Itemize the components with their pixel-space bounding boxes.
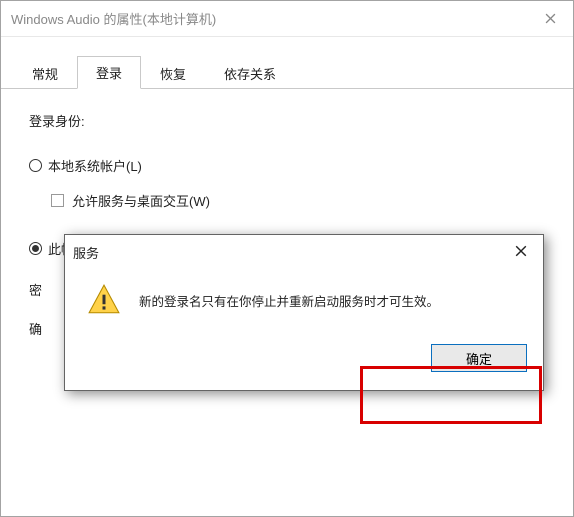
checkbox-interact-label: 允许服务与桌面交互(W) bbox=[72, 191, 210, 210]
warning-icon bbox=[87, 283, 121, 322]
tab-general[interactable]: 常规 bbox=[13, 57, 77, 89]
dialog-body: 新的登录名只有在你停止并重新启动服务时才可生效。 bbox=[65, 269, 543, 344]
dialog-actions: 确定 bbox=[65, 344, 543, 390]
close-icon[interactable] bbox=[507, 244, 535, 261]
checkbox-icon bbox=[51, 194, 64, 207]
radio-local-system-row[interactable]: 本地系统帐户(L) bbox=[29, 156, 545, 175]
radio-icon bbox=[29, 159, 42, 172]
radio-icon bbox=[29, 242, 42, 255]
radio-local-system-label: 本地系统帐户(L) bbox=[48, 156, 142, 175]
message-dialog: 服务 新的登录名只有在你停止并重新启动服务时才可生效。 确定 bbox=[64, 234, 544, 391]
checkbox-interact-row[interactable]: 允许服务与桌面交互(W) bbox=[51, 191, 545, 210]
tab-recovery[interactable]: 恢复 bbox=[141, 57, 205, 89]
titlebar: Windows Audio 的属性(本地计算机) bbox=[1, 1, 573, 37]
tab-logon[interactable]: 登录 bbox=[77, 56, 141, 89]
dialog-title: 服务 bbox=[73, 243, 507, 262]
dialog-titlebar: 服务 bbox=[65, 235, 543, 269]
tabstrip: 常规 登录 恢复 依存关系 bbox=[1, 37, 573, 89]
dialog-message: 新的登录名只有在你停止并重新启动服务时才可生效。 bbox=[139, 283, 439, 310]
close-icon[interactable] bbox=[527, 1, 573, 37]
identity-label: 登录身份: bbox=[29, 111, 545, 130]
window-title: Windows Audio 的属性(本地计算机) bbox=[1, 9, 527, 28]
tab-dependencies[interactable]: 依存关系 bbox=[205, 57, 295, 89]
ok-button[interactable]: 确定 bbox=[431, 344, 527, 372]
